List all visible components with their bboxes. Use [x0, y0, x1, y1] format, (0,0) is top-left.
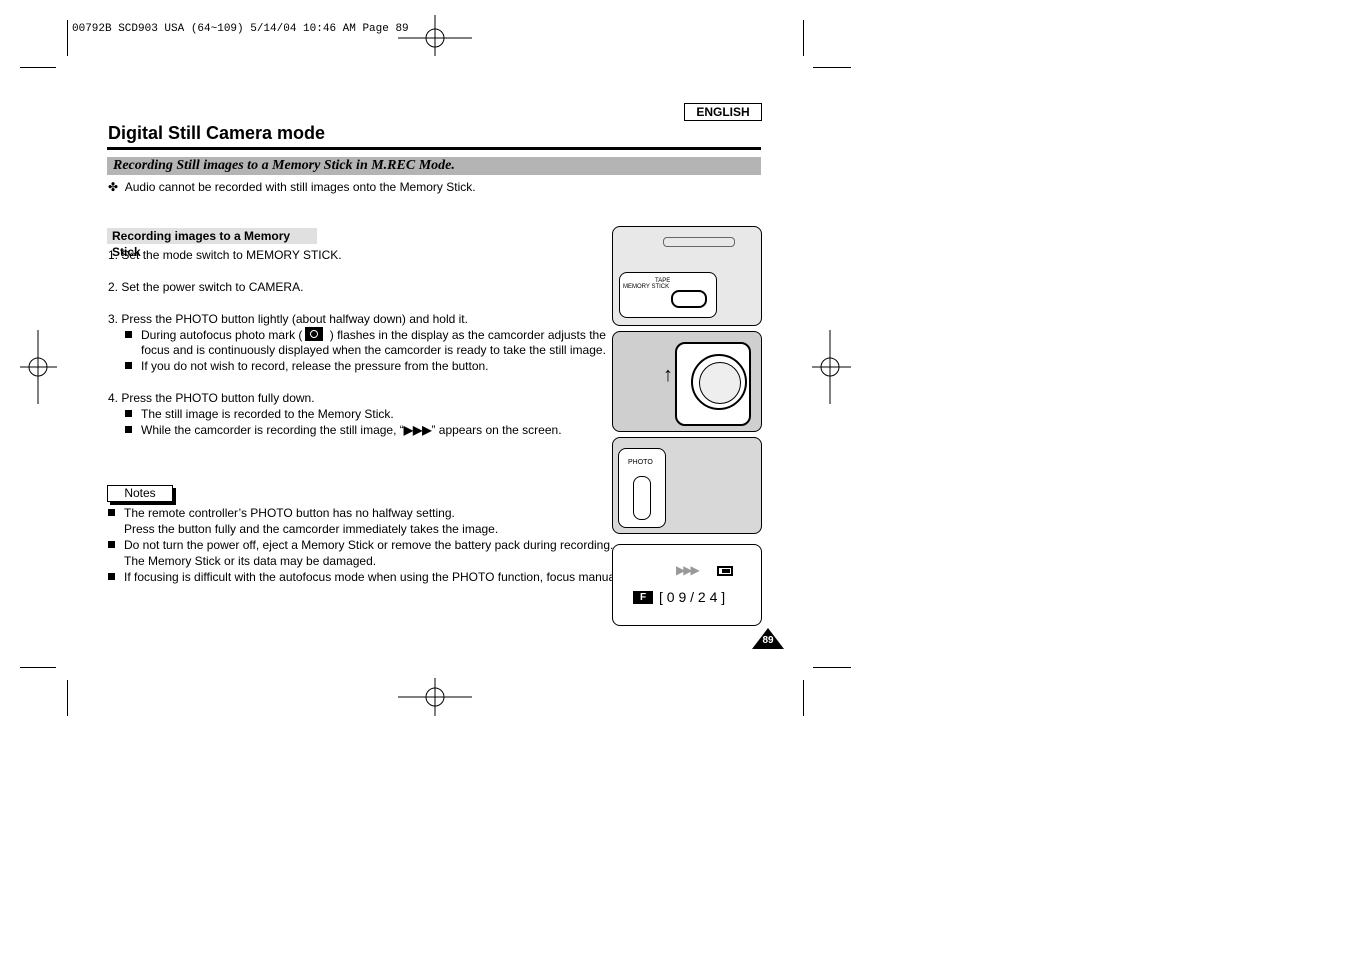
memory-stick-label: MEMORY STICK [623, 284, 670, 290]
step-4-bullet: While the camcorder is recording the sti… [125, 423, 562, 437]
subsection-title: Recording images to a Memory Stick [107, 228, 317, 259]
intro-note: ✤ Audio cannot be recorded with still im… [108, 180, 476, 194]
step-3-bullet: During autofocus photo mark ( ) flashes … [125, 327, 606, 342]
recording-arrows-icon: ▶▶▶ [403, 423, 432, 437]
step-3: 3. Press the PHOTO button lightly (about… [108, 312, 468, 326]
note-item-cont: Press the button fully and the camcorder… [124, 522, 499, 536]
page-number: 89 [762, 635, 774, 646]
step-3-bullet: If you do not wish to record, release th… [125, 359, 489, 373]
section-bar: Recording Still images to a Memory Stick… [107, 157, 761, 175]
note-item: If focusing is difficult with the autofo… [108, 570, 629, 584]
photo-label: PHOTO [628, 459, 653, 466]
step-2: 2. Set the power switch to CAMERA. [108, 280, 304, 294]
step-3-bullet-cont: focus and is continuously displayed when… [141, 343, 606, 357]
note-item-cont: The Memory Stick or its data may be dama… [124, 554, 377, 568]
mode-switch-illustration: TAPE MEMORY STICK [612, 226, 762, 326]
cross-icon: ✤ [108, 180, 119, 194]
note-item: Do not turn the power off, eject a Memor… [108, 538, 613, 552]
print-header: 00792B SCD903 USA (64~109) 5/14/04 10:46… [72, 23, 409, 35]
note-item: The remote controller’s PHOTO button has… [108, 506, 455, 520]
photo-button-press-illustration: ↑ [612, 331, 762, 432]
title-rule [107, 147, 761, 150]
photo-mode-indicator: F [633, 591, 653, 604]
step-4-bullet: The still image is recorded to the Memor… [125, 407, 394, 421]
photo-button [633, 476, 651, 520]
notes-label: Notes [107, 485, 173, 502]
display-screen-illustration: ▶▶▶ F [ 0 9 / 2 4 ] [612, 544, 762, 626]
language-badge: ENGLISH [684, 103, 762, 121]
remote-photo-button-illustration: PHOTO [612, 437, 762, 534]
recording-arrows-icon: ▶▶▶ [676, 563, 700, 577]
page-title: Digital Still Camera mode [108, 123, 326, 143]
image-counter: [ 0 9 / 2 4 ] [659, 589, 726, 605]
step-1: 1. Set the mode switch to MEMORY STICK. [108, 248, 342, 262]
section-title: Recording Still images to a Memory Stick… [113, 158, 455, 173]
up-arrow-icon: ↑ [663, 364, 673, 386]
memory-stick-icon [717, 566, 733, 576]
step-4: 4. Press the PHOTO button fully down. [108, 391, 315, 405]
photo-mark-icon [305, 327, 324, 341]
mode-switch [671, 290, 707, 308]
